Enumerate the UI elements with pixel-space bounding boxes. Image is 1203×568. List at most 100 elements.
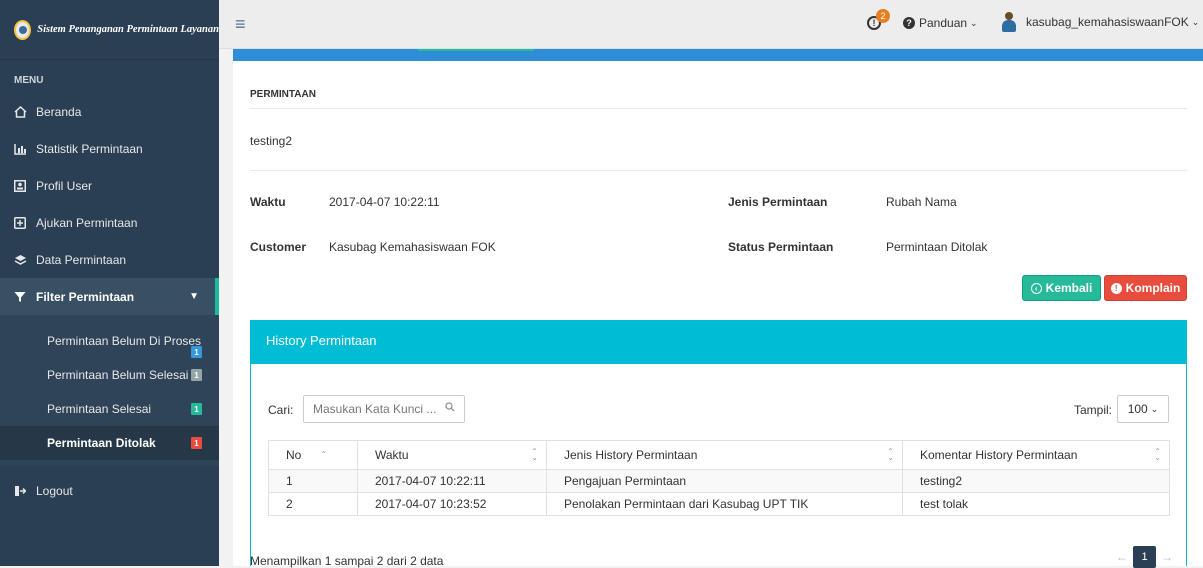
count-badge: 1 xyxy=(191,403,202,415)
submenu-item-belum-diproses[interactable]: Permintaan Belum Di Proses 1 xyxy=(0,324,219,358)
submenu-item-selesai[interactable]: Permintaan Selesai 1 xyxy=(0,392,219,426)
sidebar-item-statistik[interactable]: Statistik Permintaan xyxy=(0,130,219,167)
count-badge: 1 xyxy=(191,437,202,449)
topbar: ≡ ! 2 ? Panduan ⌄ kasubag_kemahasiswaanF… xyxy=(219,0,1203,49)
notification-count-badge: 2 xyxy=(876,9,890,23)
question-icon: ? xyxy=(903,17,915,29)
status-value: Permintaan Ditolak xyxy=(886,240,988,254)
search-input[interactable]: Masukan Kata Kunci ... xyxy=(303,395,465,423)
chevron-down-icon: ⌄ xyxy=(1191,16,1200,27)
sidebar-item-logout[interactable]: Logout xyxy=(0,472,219,509)
cell-komentar: testing2 xyxy=(902,469,1170,493)
sidebar-item-filter[interactable]: Filter Permintaan ▼ xyxy=(0,278,219,315)
column-header-jenis[interactable]: Jenis History Permintaan ⌃ ⌄ xyxy=(546,440,903,470)
column-label: Waktu xyxy=(375,448,409,462)
cell-no: 1 xyxy=(268,469,358,493)
profile-card-icon xyxy=(14,179,36,192)
pagination: ← 1 → xyxy=(1111,546,1178,568)
chevron-down-icon: ⌄ xyxy=(1150,403,1159,414)
brand[interactable]: Sistem Penanganan Permintaan Layanan xyxy=(0,0,219,60)
filter-submenu: Permintaan Belum Di Proses 1 Permintaan … xyxy=(0,315,219,466)
sidebar-item-beranda[interactable]: Beranda xyxy=(0,93,219,130)
komplain-button[interactable]: ! Komplain xyxy=(1104,275,1187,301)
section-title: PERMINTAAN xyxy=(250,89,316,100)
cell-jenis: Penolakan Permintaan dari Kasubag UPT TI… xyxy=(546,492,903,516)
count-badge: 1 xyxy=(191,346,202,358)
column-header-no[interactable]: No ⌃ xyxy=(268,440,358,470)
column-label: No xyxy=(286,448,302,462)
filter-icon xyxy=(14,291,36,303)
waktu-value: 2017-04-07 10:22:11 xyxy=(329,195,440,209)
header-strip xyxy=(233,49,1203,61)
search-label: Cari: xyxy=(268,403,294,417)
submenu-item-label: Permintaan Selesai xyxy=(47,402,152,416)
panduan-label: Panduan xyxy=(919,16,968,30)
exclamation-icon: ! xyxy=(1110,282,1122,294)
sidebar-item-label: Beranda xyxy=(36,104,82,119)
page-size-select[interactable]: 100 ⌄ xyxy=(1117,395,1169,423)
next-page-icon[interactable]: → xyxy=(1156,550,1178,564)
history-table: No ⌃ Waktu ⌃ ⌄ Jenis History Permintaan ⌃ ⌄ K… xyxy=(268,440,1170,516)
submenu-item-label: Permintaan Belum Selesai xyxy=(47,368,189,382)
chevron-down-icon: ⌄ xyxy=(970,17,978,28)
cell-jenis: Pengajuan Permintaan xyxy=(546,469,903,493)
cell-waktu: 2017-04-07 10:22:11 xyxy=(357,469,547,493)
customer-value: Kasubag Kemahasiswaan FOK xyxy=(329,240,496,254)
search-icon xyxy=(445,402,455,415)
status-label: Status Permintaan xyxy=(728,240,834,254)
menu-toggle-icon[interactable]: ≡ xyxy=(235,15,246,33)
jenis-value: Rubah Nama xyxy=(886,195,957,209)
sort-icon: ⌃ ⌄ xyxy=(887,447,894,462)
jenis-label: Jenis Permintaan xyxy=(728,195,828,209)
column-label: Jenis History Permintaan xyxy=(564,448,698,462)
waktu-label: Waktu xyxy=(250,195,286,209)
kembali-label: Kembali xyxy=(1045,281,1093,295)
page-size-label: Tampil: xyxy=(1074,403,1113,417)
request-detail-panel: PERMINTAAN testing2 Waktu 2017-04-07 10:… xyxy=(233,61,1203,568)
university-logo-icon xyxy=(14,19,32,40)
table-row: 1 2017-04-07 10:22:11 Pengajuan Perminta… xyxy=(268,469,1170,493)
sidebar-item-label: Filter Permintaan xyxy=(36,289,135,304)
sidebar-item-label: Logout xyxy=(36,483,73,498)
column-header-waktu[interactable]: Waktu ⌃ ⌄ xyxy=(357,440,547,470)
submenu-item-belum-selesai[interactable]: Permintaan Belum Selesai 1 xyxy=(0,358,219,392)
username: kasubag_kemahasiswaanFOK xyxy=(1026,15,1189,29)
cell-no: 2 xyxy=(268,492,358,516)
page-size-value: 100 xyxy=(1127,402,1148,416)
sort-asc-icon: ⌃ xyxy=(320,450,327,459)
table-row: 2 2017-04-07 10:23:52 Penolakan Perminta… xyxy=(268,492,1170,516)
panduan-dropdown[interactable]: ? Panduan ⌄ xyxy=(903,16,978,30)
cell-komentar: test tolak xyxy=(902,492,1170,516)
search-placeholder: Masukan Kata Kunci ... xyxy=(313,402,437,416)
cell-waktu: 2017-04-07 10:23:52 xyxy=(357,492,547,516)
column-header-komentar[interactable]: Komentar History Permintaan ⌃ ⌄ xyxy=(902,440,1170,470)
sort-icon: ⌃ ⌄ xyxy=(531,447,538,462)
user-dropdown[interactable]: kasubag_kemahasiswaanFOK ⌄ xyxy=(1002,12,1199,32)
chevron-down-icon: ▼ xyxy=(189,291,199,302)
sort-icon: ⌃ ⌄ xyxy=(1154,447,1161,462)
back-arrow-icon: ‹ xyxy=(1030,282,1042,294)
prev-page-icon[interactable]: ← xyxy=(1111,550,1133,564)
sidebar-item-profil-user[interactable]: Profil User xyxy=(0,167,219,204)
home-icon xyxy=(14,105,36,118)
kembali-button[interactable]: ‹ Kembali xyxy=(1022,275,1101,301)
submenu-item-label: Permintaan Belum Di Proses xyxy=(47,334,202,348)
sidebar-item-label: Data Permintaan xyxy=(36,252,127,267)
logout-icon xyxy=(14,485,36,497)
customer-label: Customer xyxy=(250,240,307,254)
menu-title: MENU xyxy=(14,75,44,86)
sidebar-item-label: Statistik Permintaan xyxy=(36,141,143,156)
sidebar-item-ajukan[interactable]: Ajukan Permintaan xyxy=(0,204,219,241)
sidebar-item-label: Ajukan Permintaan xyxy=(36,215,138,230)
notification-button[interactable]: ! 2 xyxy=(867,9,890,30)
sidebar-item-label: Profil User xyxy=(36,178,93,193)
sidebar-item-data[interactable]: Data Permintaan xyxy=(0,241,219,278)
submenu-item-ditolak[interactable]: Permintaan Ditolak 1 xyxy=(0,426,219,460)
submenu-item-label: Permintaan Ditolak xyxy=(47,436,156,450)
history-title: History Permintaan xyxy=(251,321,1186,364)
sidebar: Sistem Penanganan Permintaan Layanan MEN… xyxy=(0,0,219,566)
page-button[interactable]: 1 xyxy=(1133,546,1156,568)
request-description: testing2 xyxy=(250,134,293,148)
brand-title: Sistem Penanganan Permintaan Layanan xyxy=(37,24,219,35)
layers-icon xyxy=(14,254,36,266)
